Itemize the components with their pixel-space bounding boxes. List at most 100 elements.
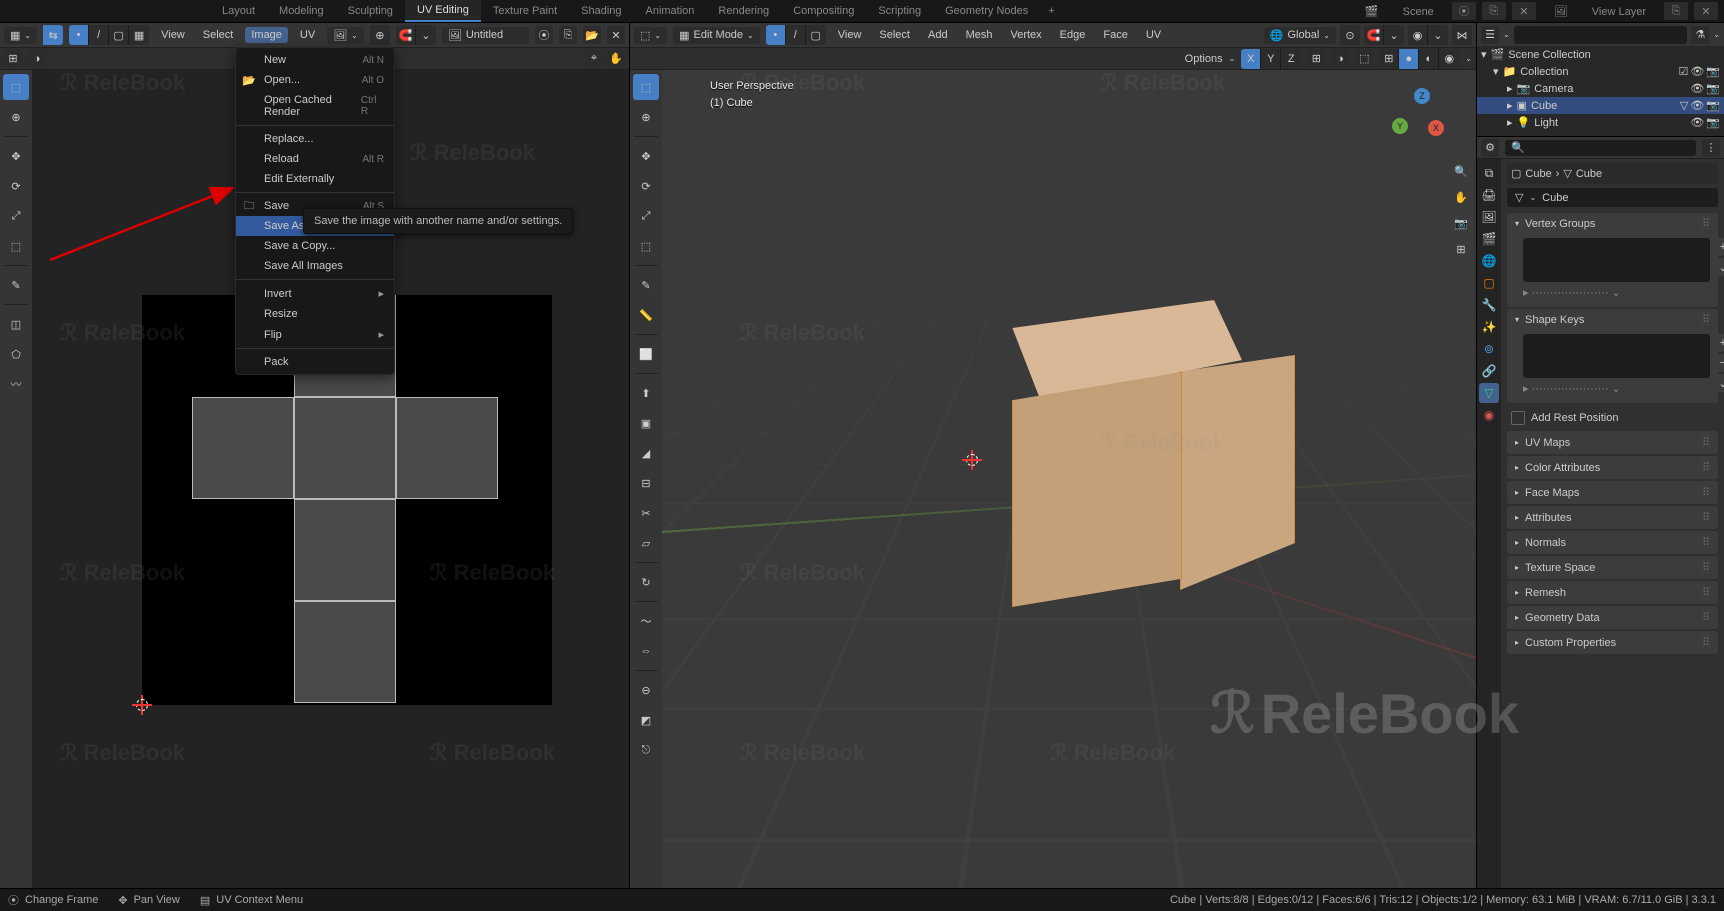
- panel-uv-maps[interactable]: ▸UV Maps⠿: [1507, 431, 1718, 454]
- uv-edge-mode[interactable]: /: [89, 25, 109, 45]
- 3d-tool-select[interactable]: ⬚: [633, 74, 659, 100]
- zoom-button[interactable]: 🔍: [1450, 160, 1472, 182]
- pivot-button[interactable]: ⊕: [370, 25, 390, 45]
- image-users-icon[interactable]: ⦿: [535, 26, 553, 44]
- snap-3d[interactable]: 🧲: [1364, 25, 1384, 45]
- tool-move[interactable]: ✥: [3, 143, 29, 169]
- options-label[interactable]: Options: [1185, 53, 1223, 65]
- uv-gizmo-button[interactable]: ⌖: [585, 50, 603, 68]
- 3d-menu-view[interactable]: View: [832, 27, 868, 43]
- tab-material[interactable]: ◉: [1479, 405, 1499, 425]
- tab-rendering[interactable]: Rendering: [706, 1, 781, 21]
- tab-scene[interactable]: 🎬: [1479, 229, 1499, 249]
- 3d-tool-transform[interactable]: ⬚: [633, 233, 659, 259]
- outliner-search[interactable]: [1514, 26, 1688, 44]
- 3d-menu-mesh[interactable]: Mesh: [960, 27, 999, 43]
- 3d-tool-move[interactable]: ✥: [633, 143, 659, 169]
- uv-menu-view[interactable]: View: [155, 27, 191, 43]
- add-shapekey-button[interactable]: +: [1714, 334, 1724, 352]
- tab-texture-paint[interactable]: Texture Paint: [481, 1, 569, 21]
- outliner-light-row[interactable]: ▸💡Light👁📷: [1477, 114, 1724, 131]
- 3d-tool-smooth[interactable]: 〜: [633, 608, 659, 634]
- tab-sculpting[interactable]: Sculpting: [336, 1, 405, 21]
- image-menu-save-all-images[interactable]: Save All Images: [236, 256, 394, 276]
- overlay-toggle[interactable]: ◑: [1331, 50, 1349, 68]
- 3d-tool-spin[interactable]: ↻: [633, 569, 659, 595]
- persp-ortho-button[interactable]: ⊞: [1450, 238, 1472, 260]
- new-scene-icon[interactable]: ⎘: [1482, 2, 1506, 20]
- shading-solid[interactable]: ●: [1399, 49, 1419, 69]
- pin-scene-icon[interactable]: ⦿: [1452, 2, 1476, 20]
- image-menu-invert[interactable]: Invert▸: [236, 283, 394, 304]
- new-viewlayer-icon[interactable]: ⎘: [1664, 2, 1688, 20]
- shading-wire[interactable]: ⊞: [1379, 49, 1399, 69]
- tab-scripting[interactable]: Scripting: [866, 1, 933, 21]
- 3d-tool-sheartool[interactable]: ◩: [633, 707, 659, 733]
- uv-menu-select[interactable]: Select: [197, 27, 240, 43]
- tab-layout[interactable]: Layout: [210, 1, 267, 21]
- outliner-filter[interactable]: ⚗: [1691, 26, 1709, 44]
- uv-menu-image[interactable]: Image: [245, 27, 288, 43]
- select-vertex[interactable]: •: [766, 25, 786, 45]
- 3d-tool-edgeslide[interactable]: ⇔: [633, 638, 659, 664]
- mirror-y[interactable]: Y: [1261, 49, 1281, 69]
- new-image-button[interactable]: ⎘: [559, 26, 577, 44]
- tab-uv-editing[interactable]: UV Editing: [405, 0, 481, 22]
- shading-rendered[interactable]: ◉: [1439, 49, 1459, 69]
- image-menu-edit-externally[interactable]: Edit Externally: [236, 169, 394, 189]
- 3d-tool-loopcut[interactable]: ⊟: [633, 470, 659, 496]
- tab-physics[interactable]: ⊚: [1479, 339, 1499, 359]
- 3d-tool-polybuild[interactable]: ▱: [633, 530, 659, 556]
- shapekey-specials[interactable]: ⌄: [1714, 374, 1724, 392]
- editor-type-selector[interactable]: ▦⌄: [4, 27, 37, 44]
- tab-constraints[interactable]: 🔗: [1479, 361, 1499, 381]
- orientation-selector[interactable]: 🌐Global⌄: [1264, 27, 1336, 44]
- tab-compositing[interactable]: Compositing: [781, 1, 866, 21]
- 3d-menu-edge[interactable]: Edge: [1054, 27, 1092, 43]
- outliner-collection-row[interactable]: ▾📁Collection☑👁📷: [1477, 63, 1724, 80]
- 3d-menu-vertex[interactable]: Vertex: [1004, 27, 1047, 43]
- snap-type-3d[interactable]: ⌄: [1384, 25, 1404, 45]
- tab-object[interactable]: ▢: [1479, 273, 1499, 293]
- menu-edit[interactable]: Edit: [66, 1, 103, 21]
- gizmo-x-icon[interactable]: X: [1428, 120, 1444, 136]
- mesh-name-field[interactable]: ▽⌄Cube: [1507, 188, 1718, 207]
- nav-gizmo[interactable]: X Y Z: [1392, 88, 1448, 144]
- menu-file[interactable]: File: [28, 1, 64, 21]
- 3d-tool-bevel[interactable]: ◢: [633, 440, 659, 466]
- snap-type[interactable]: ⌄: [416, 25, 436, 45]
- 3d-tool-shrink[interactable]: ⊖: [633, 677, 659, 703]
- outliner-type[interactable]: ☰: [1481, 26, 1499, 44]
- remove-shapekey-button[interactable]: −: [1714, 354, 1724, 372]
- snap-button[interactable]: 🧲: [396, 25, 416, 45]
- tool-annotate[interactable]: ✎: [3, 272, 29, 298]
- mirror-z[interactable]: Z: [1281, 49, 1301, 69]
- tab-render[interactable]: ⧉: [1479, 163, 1499, 183]
- tab-world[interactable]: 🌐: [1479, 251, 1499, 271]
- pan-button[interactable]: ✋: [1450, 186, 1472, 208]
- tab-animation[interactable]: Animation: [634, 1, 707, 21]
- select-edge[interactable]: /: [786, 25, 806, 45]
- add-vgroup-button[interactable]: +: [1714, 238, 1724, 256]
- gizmo-z-icon[interactable]: Z: [1414, 88, 1430, 104]
- 3d-tool-inset[interactable]: ▣: [633, 410, 659, 436]
- tool-scale[interactable]: ⤢: [3, 203, 29, 229]
- tab-viewlayer[interactable]: 🖼: [1479, 207, 1499, 227]
- image-menu-replace-[interactable]: Replace...: [236, 129, 394, 149]
- uv-menu-uv[interactable]: UV: [294, 27, 321, 43]
- tab-shading[interactable]: Shading: [569, 1, 633, 21]
- add-workspace-button[interactable]: +: [1040, 1, 1062, 21]
- 3d-menu-select[interactable]: Select: [873, 27, 916, 43]
- tab-geometry-nodes[interactable]: Geometry Nodes: [933, 1, 1040, 21]
- panel-color-attr[interactable]: ▸Color Attributes⠿: [1507, 456, 1718, 479]
- 3d-menu-face[interactable]: Face: [1097, 27, 1133, 43]
- image-menu-flip[interactable]: Flip▸: [236, 324, 394, 345]
- uv-overlays-button[interactable]: ⊞: [4, 50, 22, 68]
- panel-attributes[interactable]: ▸Attributes⠿: [1507, 506, 1718, 529]
- panel-face-maps[interactable]: ▸Face Maps⠿: [1507, 481, 1718, 504]
- props-search[interactable]: 🔍: [1505, 140, 1696, 156]
- image-menu-resize[interactable]: Resize: [236, 304, 394, 324]
- image-menu-open-cached-render[interactable]: Open Cached RenderCtrl R: [236, 90, 394, 122]
- uv-image-browse[interactable]: 🖼⌄: [327, 27, 364, 44]
- tool-rotate[interactable]: ⟳: [3, 173, 29, 199]
